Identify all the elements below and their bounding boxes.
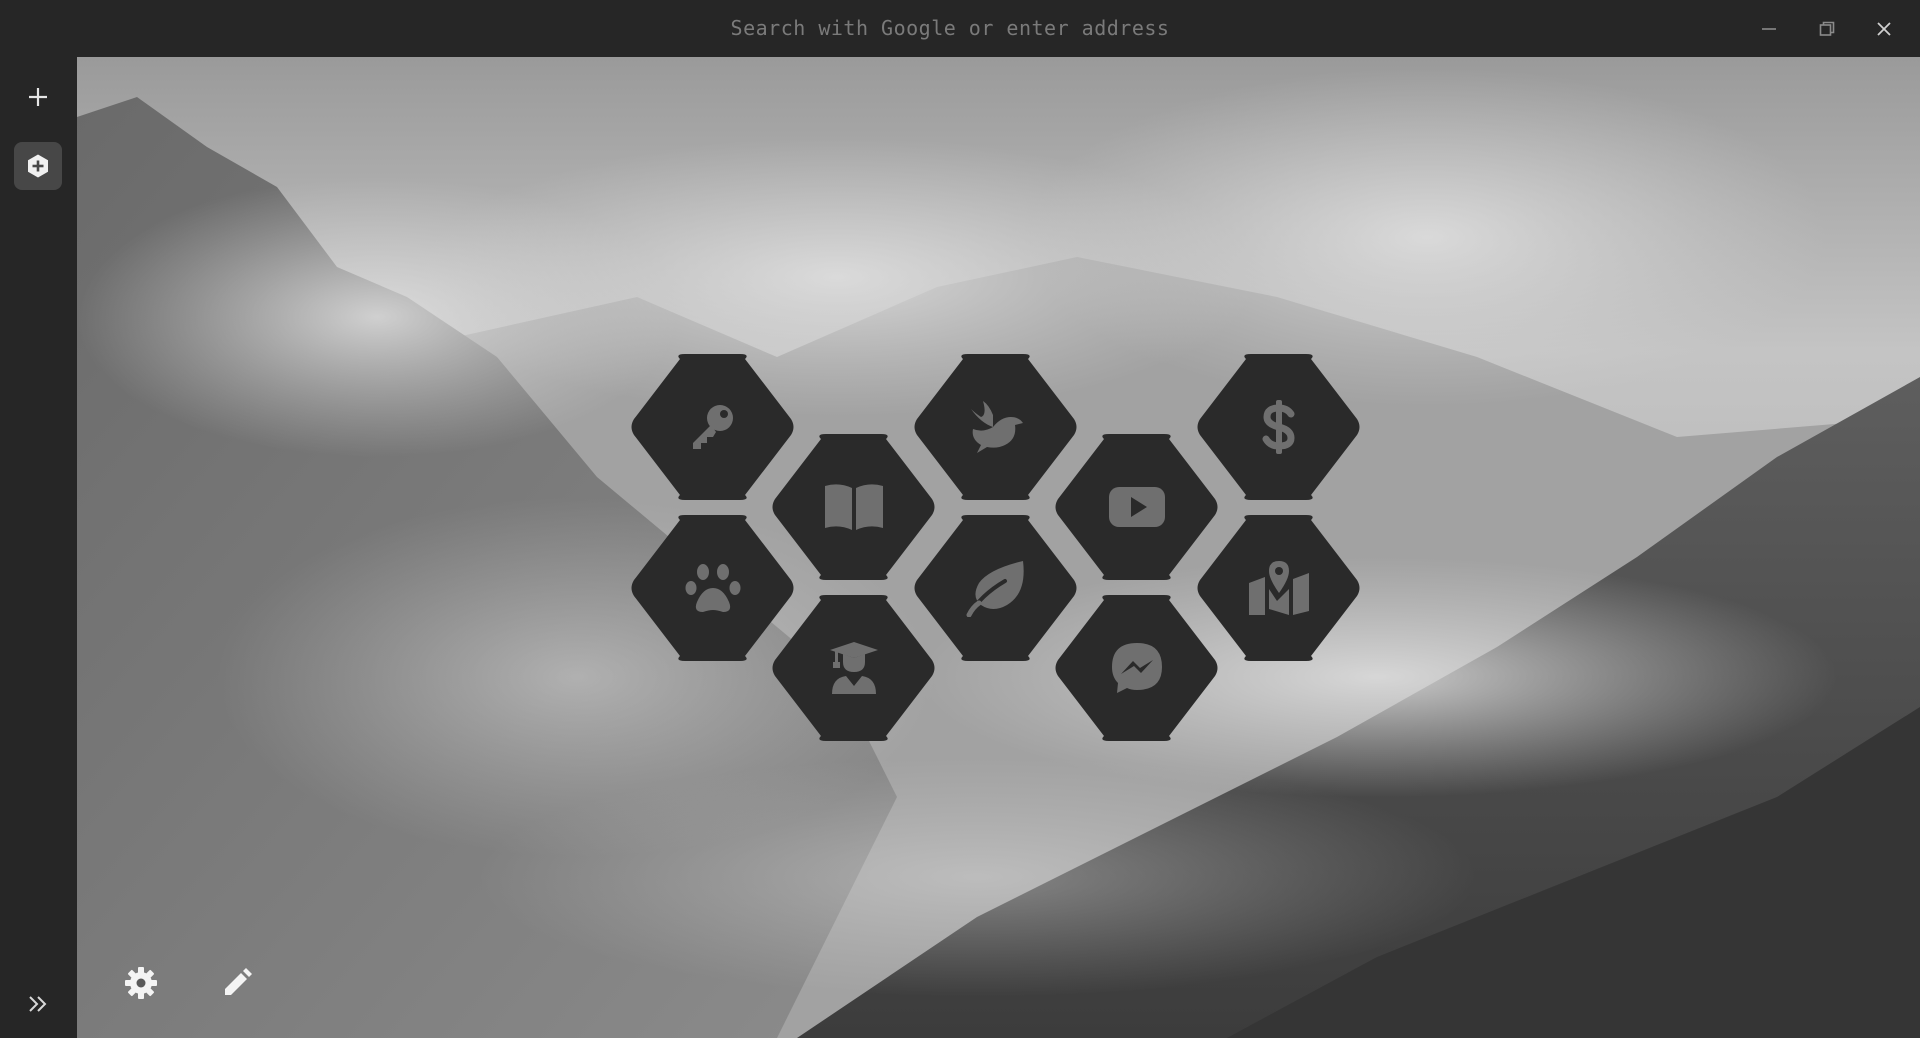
add-circle-icon bbox=[28, 154, 48, 178]
messenger-icon bbox=[1109, 640, 1165, 696]
speed-dial-tile-map[interactable] bbox=[1195, 515, 1362, 661]
paw-icon bbox=[685, 562, 741, 614]
new-tab-page bbox=[77, 57, 1920, 1038]
gear-icon bbox=[125, 967, 157, 999]
settings-button[interactable] bbox=[121, 963, 161, 1003]
double-chevron-right-icon bbox=[29, 996, 47, 1012]
speed-dial-tile-dollar[interactable] bbox=[1195, 354, 1362, 500]
edit-button[interactable] bbox=[217, 963, 257, 1003]
dove-icon bbox=[967, 399, 1025, 455]
pencil-icon bbox=[225, 968, 252, 995]
map-location-icon bbox=[1247, 559, 1311, 617]
expand-sidebar-button[interactable] bbox=[14, 980, 62, 1028]
minimize-button[interactable] bbox=[1754, 14, 1784, 44]
speed-dial-button[interactable] bbox=[14, 142, 62, 190]
key-icon bbox=[685, 399, 741, 455]
title-bar: Search with Google or enter address bbox=[0, 0, 1920, 57]
sidebar bbox=[0, 57, 77, 1038]
leaf-icon bbox=[965, 559, 1027, 617]
new-tab-button[interactable] bbox=[14, 73, 62, 121]
plus-icon bbox=[29, 88, 47, 106]
youtube-icon bbox=[1107, 485, 1167, 529]
graduate-icon bbox=[828, 640, 880, 696]
minimize-icon bbox=[1762, 28, 1776, 30]
address-bar[interactable]: Search with Google or enter address bbox=[620, 14, 1280, 42]
dollar-icon bbox=[1261, 398, 1297, 456]
close-button[interactable] bbox=[1869, 14, 1899, 44]
restore-button[interactable] bbox=[1812, 14, 1842, 44]
book-icon bbox=[823, 482, 885, 532]
restore-icon bbox=[1819, 21, 1835, 36]
close-icon bbox=[1877, 22, 1891, 36]
